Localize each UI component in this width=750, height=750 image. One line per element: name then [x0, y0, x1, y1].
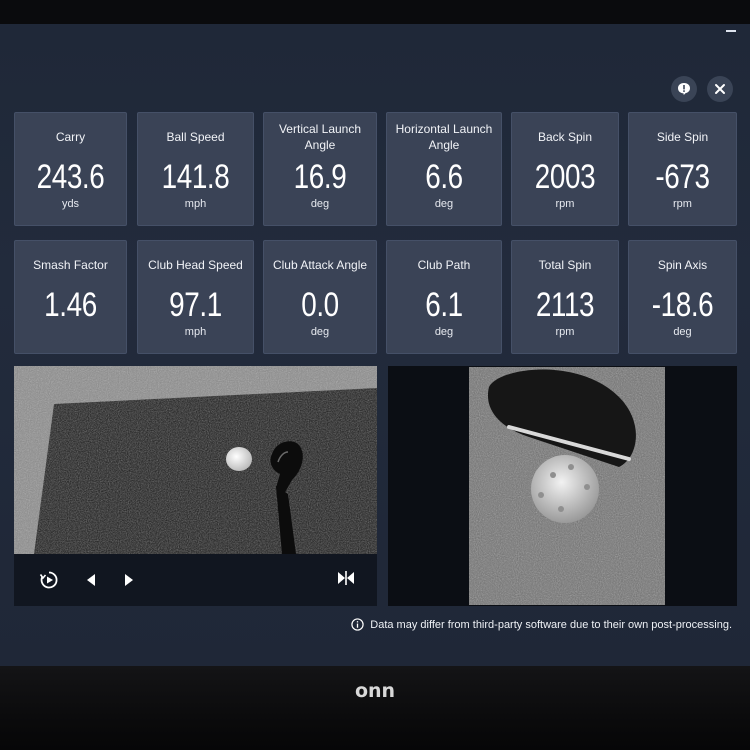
metric-tile-club-path: Club Path 6.1 deg	[386, 240, 502, 354]
replay-button[interactable]	[39, 570, 59, 590]
disclaimer-text: Data may differ from third-party softwar…	[370, 618, 732, 631]
club-camera-view	[388, 366, 737, 606]
metric-label: Club Attack Angle	[272, 258, 368, 272]
metric-value: 141.8	[161, 158, 230, 196]
metric-value: -18.6	[651, 286, 714, 324]
minimize-icon[interactable]	[726, 30, 736, 32]
next-frame-icon	[125, 574, 133, 586]
metric-tile-club-head-speed: Club Head Speed 97.1 mph	[137, 240, 254, 354]
feedback-icon	[678, 83, 690, 95]
metric-unit: deg	[673, 326, 692, 338]
app-screen: Carry 243.6 yds Ball Speed 141.8 mph Ver…	[0, 24, 750, 666]
metric-unit: rpm	[673, 198, 692, 210]
metric-label: Horizontal Launch Angle	[395, 122, 493, 152]
metric-value: 16.9	[293, 158, 347, 196]
metric-label: Spin Axis	[657, 258, 708, 272]
data-disclaimer: Data may differ from third-party softwar…	[351, 618, 732, 631]
metric-tile-horizontal-launch-angle: Horizontal Launch Angle 6.6 deg	[386, 112, 502, 226]
metric-unit: deg	[434, 198, 454, 210]
metric-value: 97.1	[169, 286, 222, 324]
metric-label: Carry	[55, 130, 86, 144]
next-frame-button[interactable]	[119, 570, 139, 590]
metric-value: 1.46	[44, 286, 97, 324]
close-button[interactable]	[707, 76, 733, 102]
club-camera-frame	[469, 367, 665, 605]
split-view-button[interactable]	[336, 568, 356, 588]
metric-label: Club Head Speed	[148, 258, 243, 272]
metric-tile-ball-speed: Ball Speed 141.8 mph	[137, 112, 254, 226]
metric-unit: deg	[434, 326, 454, 338]
previous-frame-icon	[87, 574, 95, 586]
metric-tile-carry: Carry 243.6 yds	[14, 112, 127, 226]
metric-unit: mph	[184, 326, 207, 338]
device-brand-logo: onn	[354, 680, 396, 702]
previous-frame-button[interactable]	[81, 570, 101, 590]
metric-tile-spin-axis: Spin Axis -18.6 deg	[628, 240, 737, 354]
metric-label: Club Path	[417, 258, 471, 272]
metric-value: 2113	[535, 286, 595, 324]
metric-label: Ball Speed	[166, 130, 225, 144]
close-icon	[715, 84, 725, 94]
info-icon	[351, 618, 364, 631]
video-controls-bar	[14, 554, 377, 606]
metric-tile-back-spin: Back Spin 2003 rpm	[511, 112, 619, 226]
metric-label: Total Spin	[538, 258, 592, 272]
metric-tile-smash-factor: Smash Factor 1.46	[14, 240, 127, 354]
metric-unit: deg	[310, 198, 330, 210]
metric-value: 243.6	[36, 158, 105, 196]
replay-icon	[39, 571, 58, 589]
metric-value: 2003	[534, 158, 596, 196]
metric-tile-total-spin: Total Spin 2113 rpm	[511, 240, 619, 354]
metric-label: Side Spin	[656, 130, 709, 144]
feedback-button[interactable]	[671, 76, 697, 102]
metric-tile-vertical-launch-angle: Vertical Launch Angle 16.9 deg	[263, 112, 377, 226]
metric-label: Smash Factor	[33, 258, 108, 272]
impact-camera-image	[14, 366, 377, 554]
impact-camera-view	[14, 366, 377, 554]
metric-unit: mph	[184, 198, 207, 210]
split-view-icon	[338, 571, 354, 585]
metric-label: Vertical Launch Angle	[278, 122, 362, 152]
metric-unit: deg	[310, 326, 330, 338]
metric-value: -673	[655, 158, 710, 196]
metric-value: 6.1	[425, 286, 463, 324]
metric-unit: rpm	[555, 326, 575, 338]
metric-label: Back Spin	[537, 130, 593, 144]
metric-unit: yds	[61, 198, 80, 210]
metric-tile-club-attack-angle: Club Attack Angle 0.0 deg	[263, 240, 377, 354]
metric-value: 0.0	[301, 286, 339, 324]
metric-tile-side-spin: Side Spin -673 rpm	[628, 112, 737, 226]
device-bezel-bottom: onn	[0, 666, 750, 750]
device-bezel-top	[0, 0, 750, 26]
club-camera-image	[469, 367, 665, 605]
metric-unit: rpm	[555, 198, 575, 210]
metric-value: 6.6	[425, 158, 463, 196]
